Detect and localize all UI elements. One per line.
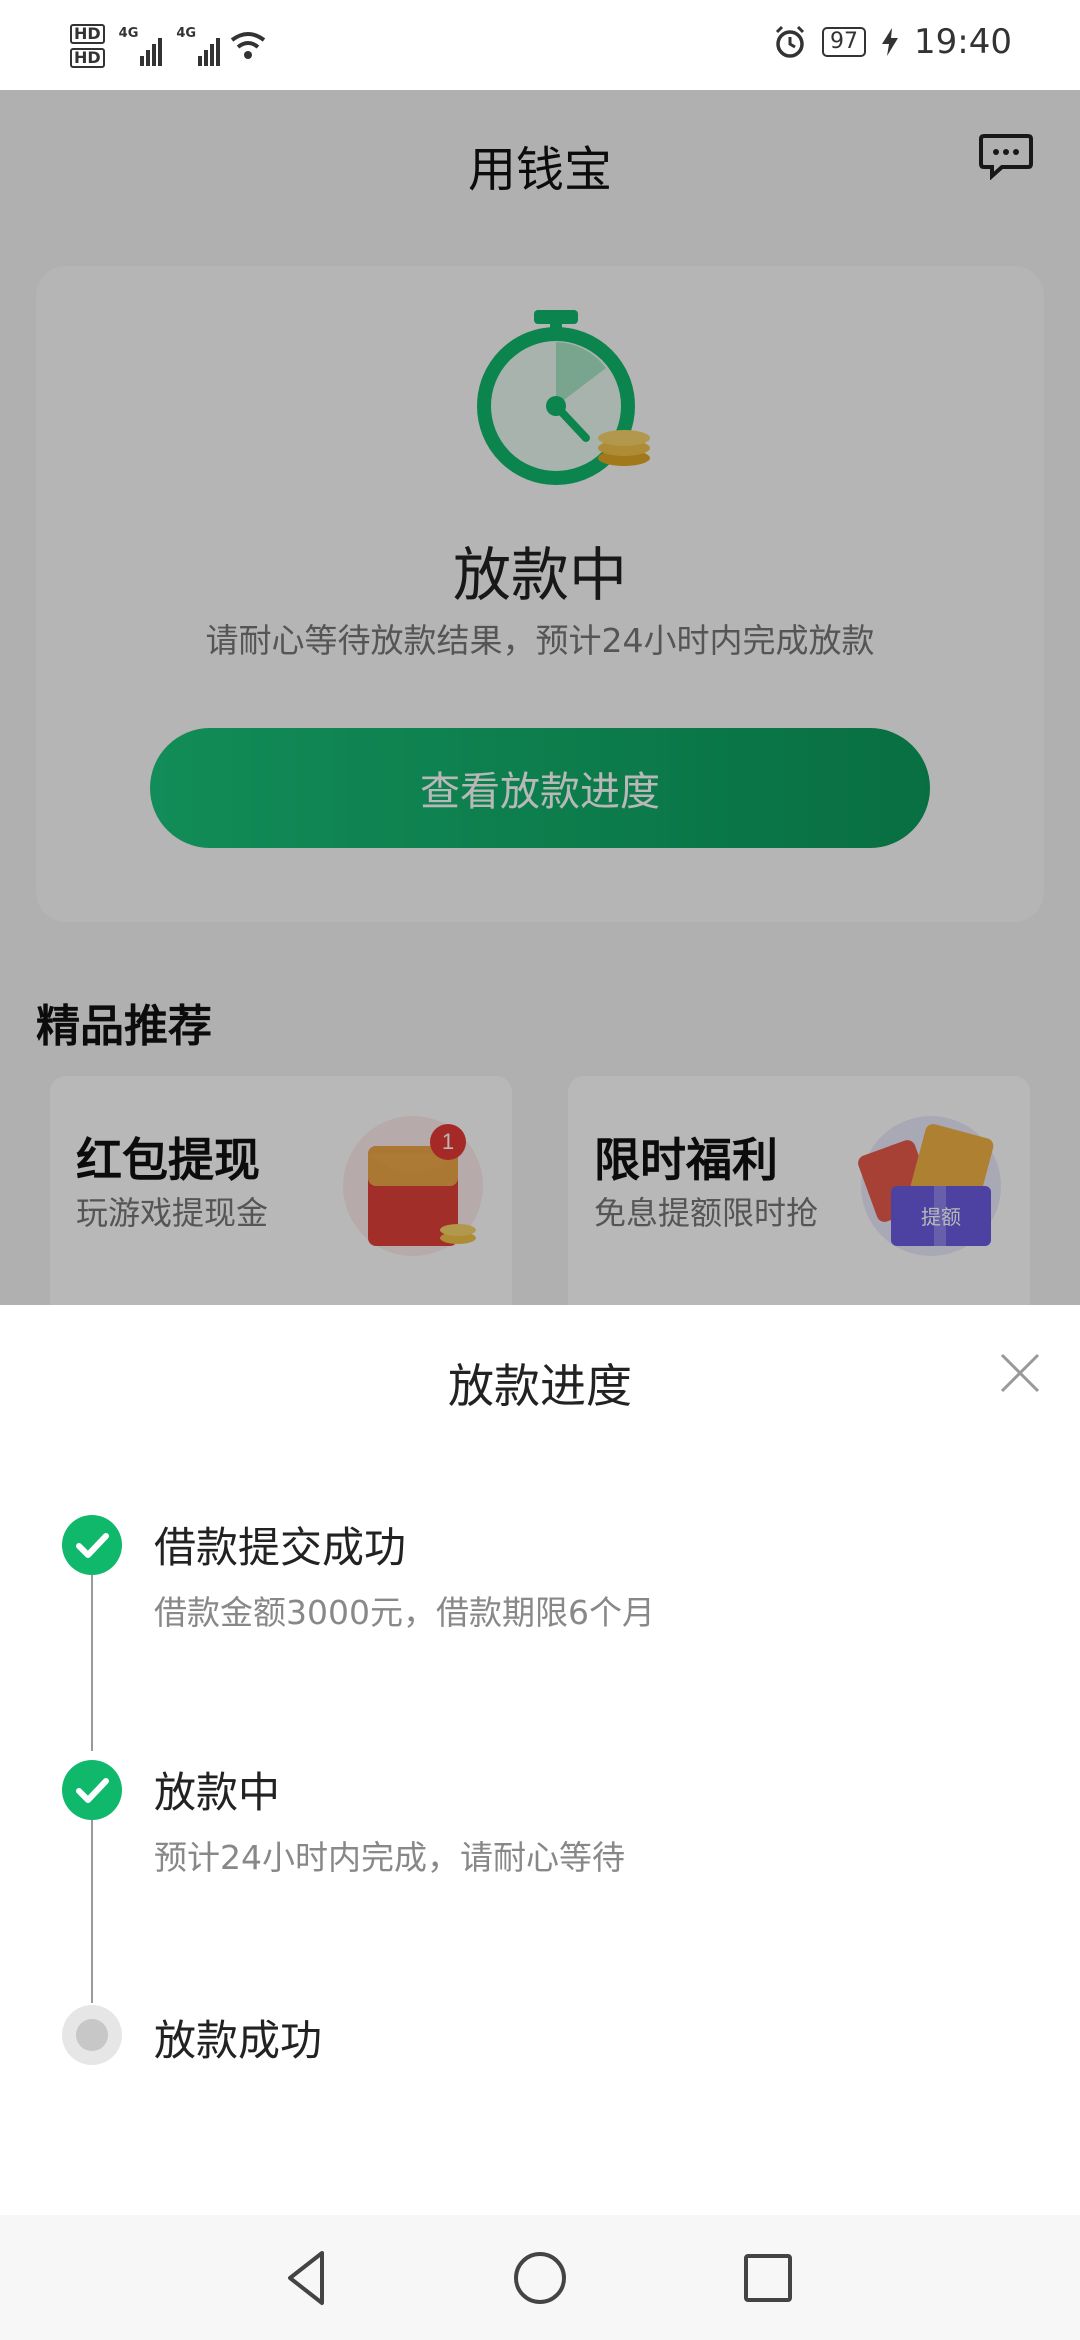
step-description: 借款金额3000元，借款期限6个月: [154, 1593, 655, 1632]
home-icon[interactable]: [505, 2243, 575, 2313]
close-icon[interactable]: [990, 1343, 1050, 1403]
timeline-connector: [91, 1553, 93, 1751]
check-icon: [62, 1515, 122, 1575]
recents-icon[interactable]: [733, 2243, 803, 2313]
back-icon[interactable]: [272, 2243, 342, 2313]
hd-icon-sim2: HD: [70, 48, 105, 68]
status-bar-right: 97 19:40: [772, 22, 1012, 62]
progress-sheet: 放款进度 借款提交成功 借款金额3000元，借款期限6个月 放款中 预计24小时…: [0, 1305, 1080, 2215]
status-bar-left: HD HD 4G 4G: [70, 18, 268, 74]
clock: 19:40: [914, 22, 1012, 62]
hd-indicators: HD HD: [70, 24, 105, 68]
status-bar: HD HD 4G 4G 97 19:40: [0, 0, 1080, 90]
step-title: 借款提交成功: [154, 1523, 407, 1572]
pending-dot-icon: [62, 2005, 122, 2065]
navigation-bar: [0, 2215, 1080, 2340]
check-icon: [62, 1760, 122, 1820]
step-title: 放款成功: [154, 2016, 323, 2065]
hd-icon-sim1: HD: [70, 24, 105, 44]
alarm-icon: [775, 25, 805, 58]
modal-overlay[interactable]: [0, 90, 1080, 1305]
battery-indicator: 97: [822, 27, 867, 57]
signal-icon-sim2: 4G: [176, 26, 221, 66]
step-description: 预计24小时内完成，请耐心等待: [154, 1838, 625, 1877]
step-title: 放款中: [154, 1768, 281, 1817]
sheet-title: 放款进度: [448, 1359, 632, 1413]
wifi-icon: [230, 32, 266, 59]
charging-icon: [882, 28, 899, 56]
timeline-connector: [91, 1793, 93, 2003]
signal-icon-sim1: 4G: [119, 26, 163, 66]
